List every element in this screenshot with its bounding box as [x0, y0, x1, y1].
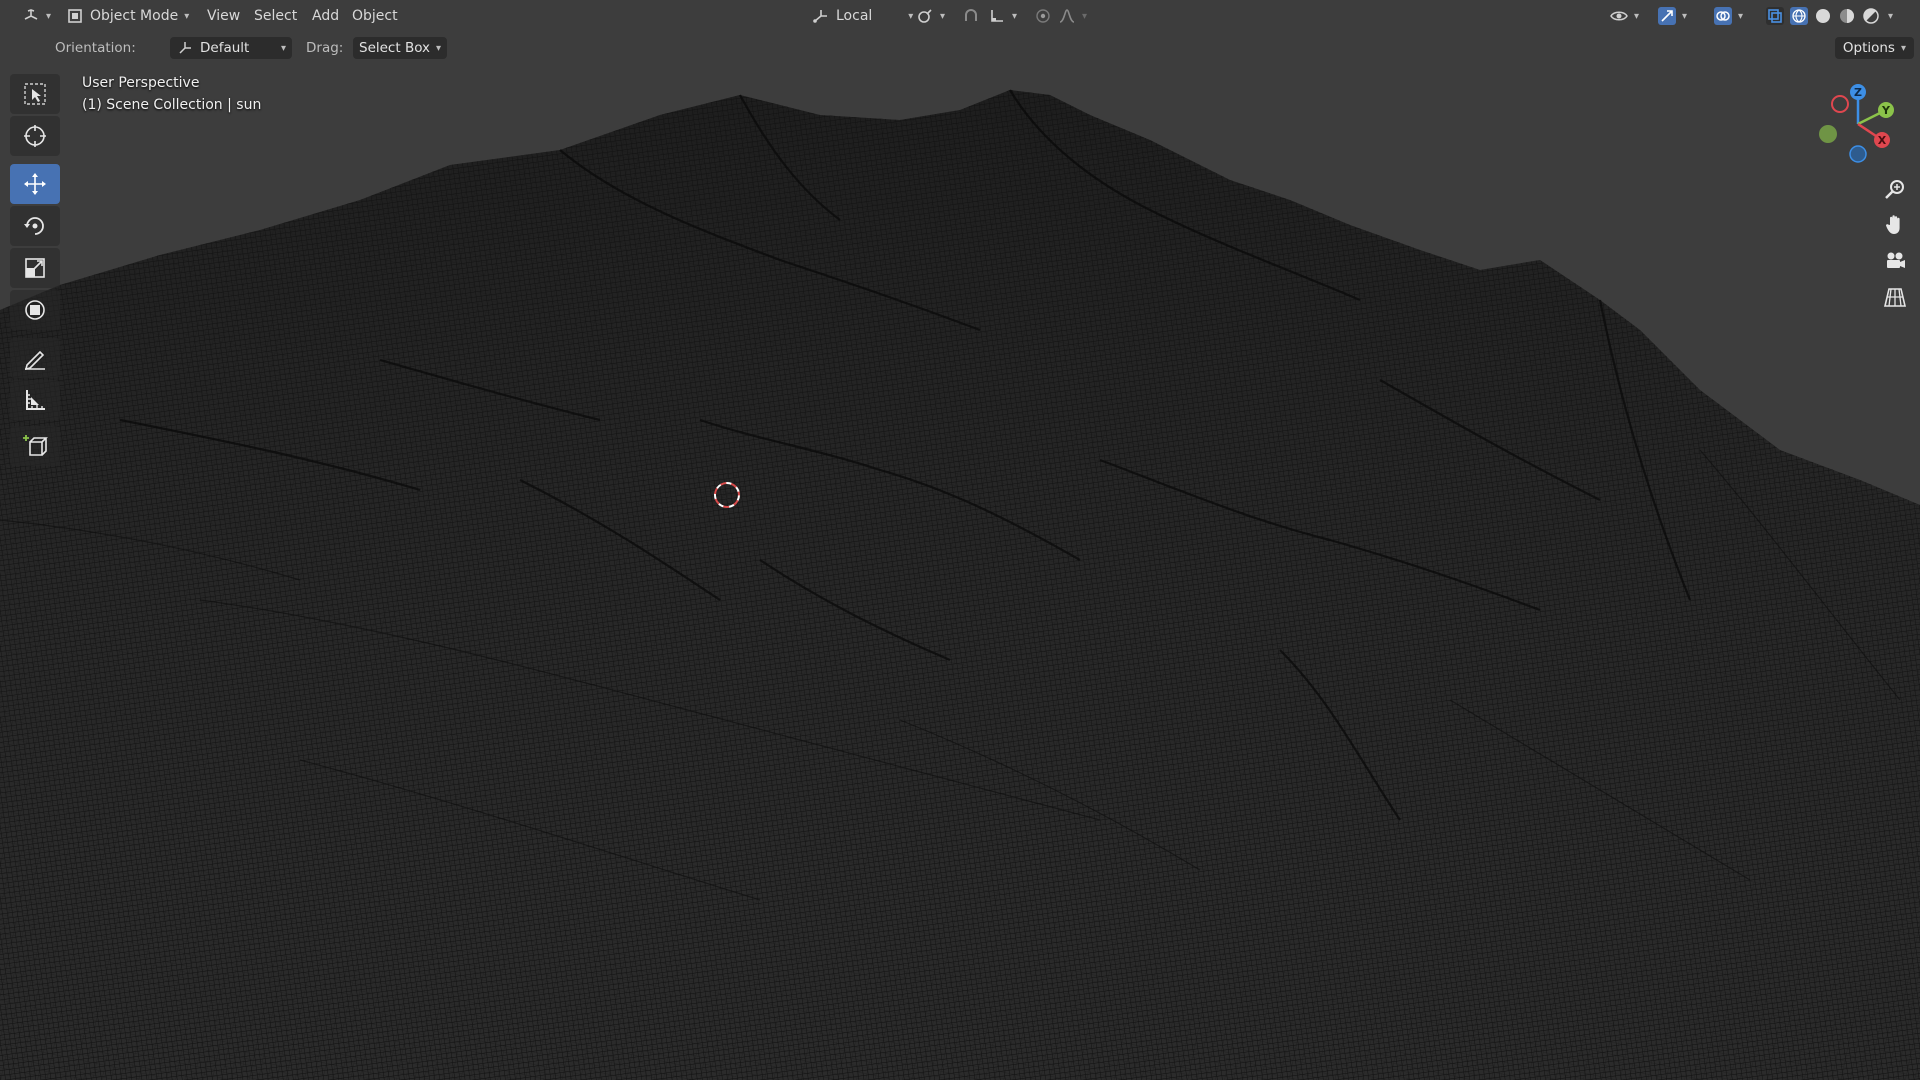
orientation-label: Orientation:	[55, 40, 136, 56]
rendered-shading-button[interactable]	[1860, 4, 1882, 28]
pan-hand-icon	[1885, 215, 1900, 234]
chevron-down-icon: ▾	[1738, 10, 1744, 22]
x-axis-label: X	[1878, 134, 1887, 147]
orientation-axes-icon	[179, 42, 191, 54]
camera-icon	[1887, 252, 1905, 268]
menu-object[interactable]: Object	[346, 4, 404, 28]
select-box-tool[interactable]	[10, 74, 60, 114]
zoom-button[interactable]	[1878, 172, 1912, 206]
material-shading-button[interactable]	[1836, 4, 1858, 28]
perspective-toggle-button[interactable]	[1878, 280, 1912, 314]
move-icon	[24, 173, 46, 195]
pivot-point-selector[interactable]: ▾	[910, 4, 951, 28]
drag-value: Select Box	[359, 40, 431, 56]
viewport-info: User Perspective (1) Scene Collection | …	[82, 72, 261, 116]
chevron-down-icon: ▾	[940, 10, 946, 22]
options-dropdown[interactable]: Options ▾	[1834, 37, 1914, 59]
terrain-wireframe	[0, 89, 1920, 1080]
chevron-down-icon: ▾	[1900, 42, 1906, 54]
measure-tool[interactable]	[10, 380, 60, 420]
wireframe-shading-button[interactable]	[1788, 4, 1810, 28]
pan-button[interactable]	[1878, 208, 1912, 242]
gizmo-toggle[interactable]: ▾	[1652, 4, 1693, 28]
object-mode-icon	[68, 9, 82, 23]
proportional-falloff-selector[interactable]: ▾	[1052, 4, 1093, 28]
navigation-gizmo[interactable]: Z Y X	[1806, 78, 1902, 174]
add-cube-tool[interactable]	[10, 426, 60, 466]
editor-type-menu[interactable]: ▾	[16, 4, 57, 28]
cursor-tool[interactable]	[10, 116, 60, 156]
chevron-down-icon: ▾	[1634, 10, 1640, 22]
chevron-down-icon: ▾	[280, 42, 286, 54]
proportional-editing-icon	[1036, 9, 1050, 23]
z-axis-label: Z	[1854, 86, 1862, 99]
neg-z-axis-handle[interactable]	[1849, 145, 1867, 163]
xray-icon	[1766, 7, 1784, 25]
transform-orientation-selector[interactable]: Local ▾	[806, 4, 919, 28]
select-box-icon	[24, 83, 46, 105]
3d-viewport-icon	[24, 9, 38, 20]
pivot-icon	[918, 9, 932, 23]
move-tool[interactable]	[10, 164, 60, 204]
snap-target-selector[interactable]: ▾	[982, 4, 1023, 28]
tool-settings-bar: Orientation: Default ▾ Drag: Select Box …	[0, 34, 1920, 62]
menu-view[interactable]: View	[201, 4, 246, 28]
collection-info: (1) Scene Collection | sun	[82, 97, 262, 113]
blender-window: ▾ Object Mode ▾ View Select Add Object L…	[0, 0, 1920, 1080]
transform-tool[interactable]	[10, 290, 60, 330]
scale-tool[interactable]	[10, 248, 60, 288]
chevron-down-icon: ▾	[1888, 10, 1894, 22]
rendered-shading-icon	[1863, 8, 1879, 24]
falloff-curve-icon	[1059, 9, 1075, 23]
annotate-pencil-icon	[24, 350, 45, 371]
shading-options-dropdown[interactable]: ▾	[1884, 4, 1897, 28]
snap-target-icon	[991, 10, 1003, 22]
perspective-grid-icon	[1883, 288, 1907, 307]
xray-toggle[interactable]	[1764, 4, 1786, 28]
orientation-label: Local	[836, 8, 873, 24]
chevron-down-icon: ▾	[184, 10, 190, 22]
transform-icon	[25, 300, 45, 320]
visibility-selector[interactable]: ▾	[1604, 4, 1645, 28]
solid-shading-button[interactable]	[1812, 4, 1834, 28]
neg-x-axis-handle[interactable]	[1831, 95, 1849, 113]
scale-icon	[25, 258, 45, 278]
menu-add[interactable]: Add	[306, 4, 345, 28]
viewport-header: ▾ Object Mode ▾ View Select Add Object L…	[0, 0, 1920, 32]
neg-y-axis-handle[interactable]	[1819, 125, 1837, 143]
chevron-down-icon: ▾	[1012, 10, 1018, 22]
orientation-value: Default	[200, 40, 250, 56]
rotate-icon	[24, 217, 44, 235]
snap-icon	[965, 9, 977, 21]
overlay-toggle[interactable]: ▾	[1708, 4, 1749, 28]
rotate-tool[interactable]	[10, 206, 60, 246]
3d-viewport[interactable]	[0, 0, 1920, 1080]
mode-label: Object Mode	[90, 8, 179, 24]
drag-label: Drag:	[306, 40, 344, 56]
zoom-icon	[1885, 180, 1904, 199]
chevron-down-icon: ▾	[1682, 10, 1688, 22]
add-cube-icon	[23, 435, 48, 456]
cursor-icon	[24, 125, 46, 147]
menu-select[interactable]: Select	[248, 4, 303, 28]
material-shading-icon	[1840, 9, 1854, 23]
orientation-dropdown[interactable]: Default ▾	[170, 37, 292, 59]
chevron-down-icon: ▾	[46, 10, 52, 22]
gizmo-icon	[1658, 7, 1676, 25]
chevron-down-icon: ▾	[436, 42, 442, 54]
annotate-tool[interactable]	[10, 338, 60, 378]
mode-selector[interactable]: Object Mode ▾	[60, 4, 195, 28]
orientation-axes-icon	[813, 10, 827, 23]
view-name: User Perspective	[82, 75, 200, 91]
solid-shading-icon	[1816, 9, 1830, 23]
eye-icon	[1610, 11, 1628, 21]
chevron-down-icon: ▾	[1082, 10, 1088, 22]
options-label: Options	[1842, 40, 1895, 56]
y-axis-label: Y	[1881, 104, 1891, 117]
overlay-icon	[1714, 7, 1732, 25]
measure-ruler-icon	[26, 390, 45, 410]
drag-dropdown[interactable]: Select Box ▾	[353, 37, 448, 59]
camera-view-button[interactable]	[1878, 244, 1912, 278]
wireframe-shading-icon	[1790, 7, 1808, 25]
